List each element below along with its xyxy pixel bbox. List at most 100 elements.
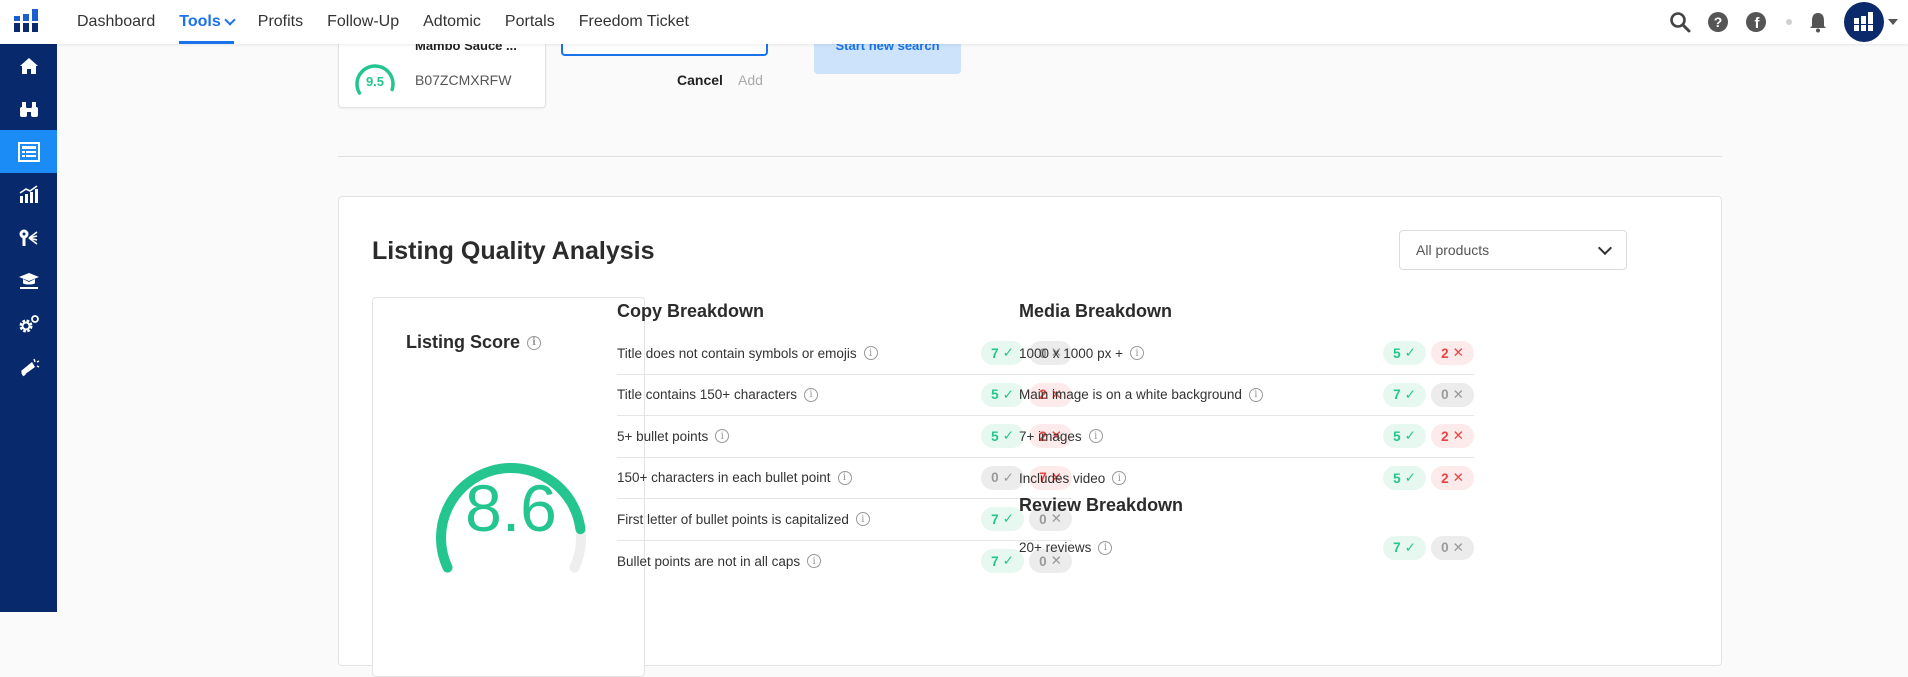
pass-count: 7: [991, 512, 999, 527]
pass-count-badge[interactable]: 7✓: [981, 549, 1024, 573]
row-label: Main image is on a white background: [1019, 387, 1242, 402]
fail-count-badge[interactable]: 0✕: [1431, 383, 1474, 407]
row-label-wrap: Includes video i: [1019, 471, 1126, 486]
pass-count: 7: [1393, 540, 1401, 555]
fail-count-badge[interactable]: 2✕: [1431, 466, 1474, 490]
pass-count-badge[interactable]: 5✓: [981, 383, 1024, 407]
product-filter-dropdown[interactable]: All products: [1399, 230, 1627, 270]
review-breakdown: Review Breakdown 20+ reviewsi7✓0✕: [1019, 495, 1474, 569]
start-new-search-button[interactable]: Start new search: [814, 44, 961, 74]
home-icon: [18, 56, 40, 76]
row-label-wrap: 5+ bullet pointsi: [617, 429, 729, 444]
nav-tools[interactable]: Tools: [179, 0, 233, 44]
bell-icon[interactable]: [1806, 10, 1830, 34]
pass-count-badge[interactable]: 5✓: [1383, 466, 1426, 490]
megaphone-icon: [18, 357, 40, 377]
pass-count-badge[interactable]: 7✓: [981, 341, 1024, 365]
search-icon[interactable]: [1668, 10, 1692, 34]
help-icon[interactable]: ?: [1706, 10, 1730, 34]
x-icon: ✕: [1453, 470, 1464, 486]
separator-dot: [1786, 19, 1792, 25]
breakdown-row: 20+ reviewsi7✓0✕: [1019, 527, 1474, 569]
pass-count: 7: [991, 346, 999, 361]
main-nav: Dashboard Tools Profits Follow-Up Adtomi…: [77, 0, 713, 44]
sidebar-item-marketing[interactable]: [0, 345, 57, 388]
check-icon: ✓: [1003, 511, 1014, 527]
fail-count-badge[interactable]: 2✕: [1431, 424, 1474, 448]
pass-count-badge[interactable]: 7✓: [1383, 536, 1426, 560]
account-caret-icon[interactable]: [1888, 19, 1898, 25]
sidebar-item-settings[interactable]: [0, 302, 57, 345]
listing-score-value: 8.6: [411, 470, 611, 546]
nav-portals[interactable]: Portals: [505, 0, 555, 44]
fail-count: 0: [1441, 540, 1449, 555]
main-content: 9.5 Mambo Sauce ... B07ZCMXRFW Cancel Ad…: [57, 44, 1908, 612]
review-breakdown-title: Review Breakdown: [1019, 495, 1474, 527]
check-icon: ✓: [1003, 345, 1014, 361]
info-icon[interactable]: i: [864, 346, 878, 360]
info-icon[interactable]: i: [838, 471, 852, 485]
pass-count-badge[interactable]: 7✓: [1383, 383, 1426, 407]
logo-icon[interactable]: [12, 8, 40, 34]
row-label: Includes video: [1019, 471, 1105, 486]
info-icon[interactable]: i: [1130, 346, 1144, 360]
pass-count-badge[interactable]: 5✓: [981, 424, 1024, 448]
info-icon[interactable]: i: [1112, 471, 1126, 485]
settings-icon: [18, 314, 40, 334]
pass-count: 5: [991, 387, 999, 402]
facebook-icon[interactable]: f: [1744, 10, 1768, 34]
info-icon[interactable]: i: [527, 336, 541, 350]
nav-dashboard[interactable]: Dashboard: [77, 0, 155, 44]
pass-count-badge[interactable]: 5✓: [1383, 424, 1426, 448]
cancel-button[interactable]: Cancel: [677, 72, 723, 88]
chevron-down-icon: [224, 14, 235, 25]
pass-count-badge[interactable]: 0✓: [981, 466, 1024, 490]
product-card[interactable]: 9.5 Mambo Sauce ... B07ZCMXRFW: [338, 44, 546, 108]
product-asin: B07ZCMXRFW: [415, 72, 511, 88]
row-label-wrap: Bullet points are not in all capsi: [617, 554, 821, 569]
info-icon[interactable]: i: [715, 429, 729, 443]
media-breakdown-rows: 1000 x 1000 px +i5✓2✕Main image is on a …: [1019, 333, 1474, 499]
add-button[interactable]: Add: [738, 72, 763, 88]
nav-adtomic[interactable]: Adtomic: [423, 0, 481, 44]
breakdown-row: 150+ characters in each bullet pointi0✓7…: [617, 458, 1072, 500]
info-icon[interactable]: i: [804, 388, 818, 402]
info-icon[interactable]: i: [856, 512, 870, 526]
top-nav-bar: Dashboard Tools Profits Follow-Up Adtomi…: [0, 0, 1908, 44]
row-label: 7+ images: [1019, 429, 1082, 444]
chart-icon: [18, 185, 40, 205]
fail-count: 2: [1441, 471, 1449, 486]
fail-count-badge[interactable]: 2✕: [1431, 341, 1474, 365]
breakdown-row: Bullet points are not in all capsi7✓0✕: [617, 541, 1072, 583]
sidebar-item-research[interactable]: [0, 87, 57, 130]
check-icon: ✓: [1405, 345, 1416, 361]
pass-count: 5: [1393, 471, 1401, 486]
info-icon[interactable]: i: [1249, 388, 1263, 402]
info-icon[interactable]: i: [1098, 541, 1112, 555]
x-icon: ✕: [1453, 345, 1464, 361]
info-icon[interactable]: i: [807, 554, 821, 568]
sidebar-item-listing[interactable]: [0, 130, 57, 173]
pass-count: 5: [1393, 346, 1401, 361]
sidebar-item-academy[interactable]: [0, 259, 57, 302]
sidebar-item-home[interactable]: [0, 44, 57, 87]
info-icon[interactable]: i: [1089, 429, 1103, 443]
fail-count-badge[interactable]: 0✕: [1431, 536, 1474, 560]
dropdown-value: All products: [1416, 242, 1489, 258]
pass-count-badge[interactable]: 7✓: [981, 507, 1024, 531]
pass-count: 7: [1393, 387, 1401, 402]
pass-count-badge[interactable]: 5✓: [1383, 341, 1426, 365]
sidebar-item-keywords[interactable]: [0, 216, 57, 259]
nav-follow-up[interactable]: Follow-Up: [327, 0, 399, 44]
listing-icon: [18, 142, 40, 162]
listing-score-title: Listing Score i: [406, 332, 541, 353]
nav-profits[interactable]: Profits: [258, 0, 303, 44]
sidebar-item-analytics[interactable]: [0, 173, 57, 216]
divider: [338, 156, 1722, 157]
breakdown-row: 5+ bullet pointsi5✓2✕: [617, 416, 1072, 458]
nav-label: Portals: [505, 13, 555, 31]
breakdown-row: 7+ images i 5✓2✕: [1019, 416, 1474, 458]
avatar[interactable]: [1844, 2, 1884, 42]
row-label-wrap: 150+ characters in each bullet pointi: [617, 470, 852, 485]
nav-freedom-ticket[interactable]: Freedom Ticket: [579, 0, 689, 44]
